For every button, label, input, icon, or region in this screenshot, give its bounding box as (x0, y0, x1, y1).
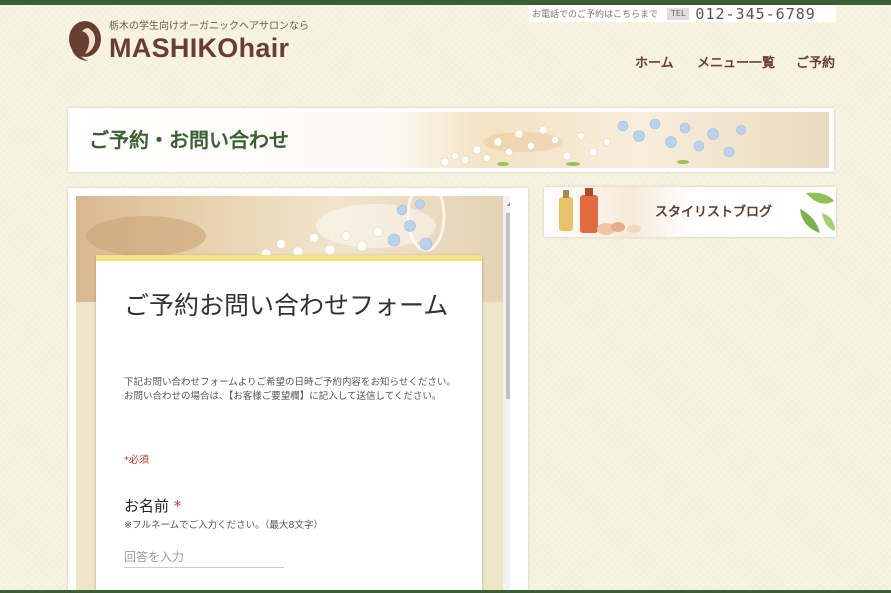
embedded-form-frame[interactable]: ご予約お問い合わせフォーム 下記お問い合わせフォームよりご希望の日時ご予約内容を… (76, 196, 510, 593)
name-question-help: ※フルネームでご入力ください。（最大8文字） (124, 520, 323, 531)
name-question-label: お名前 * (124, 495, 181, 516)
form-description-line: 下記お問い合わせフォームよりご希望の日時ご予約内容をお知らせください。 (124, 377, 456, 388)
main-content-panel: ご予約お問い合わせフォーム 下記お問い合わせフォームよりご希望の日時ご予約内容を… (68, 188, 528, 593)
page-title-banner: ご予約・お問い合わせ (68, 108, 834, 172)
scrollbar-thumb[interactable] (506, 213, 510, 399)
tel-badge: TEL (667, 7, 690, 20)
page-title: ご予約・お問い合わせ (89, 128, 289, 152)
phone-number[interactable]: 012-345-6789 (695, 5, 815, 23)
stylist-blog-label: スタイリストブログ (655, 205, 773, 220)
question-text: お名前 (124, 497, 170, 515)
form-scrollbar[interactable] (503, 196, 510, 593)
form-description: 下記お問い合わせフォームよりご希望の日時ご予約内容をお知らせください。 お問い合… (124, 376, 459, 404)
stylist-blog-banner[interactable]: スタイリストブログ (544, 187, 836, 237)
nav-home[interactable]: ホーム (635, 52, 674, 71)
required-note: *必須 (124, 455, 149, 466)
form-title: ご予約お問い合わせフォーム (124, 291, 449, 320)
hair-silhouette-icon[interactable] (68, 20, 102, 62)
nav-menu-list[interactable]: メニュー一覧 (697, 52, 775, 71)
site-tagline: 栃木の学生向けオーガニックヘアサロンなら (109, 21, 309, 32)
required-star: * (173, 497, 182, 515)
phone-contact-box: お電話でのご予約はこちらまで TEL 012-345-6789 (529, 5, 836, 23)
phone-note: お電話でのご予約はこちらまで (532, 10, 659, 20)
site-logo-text[interactable]: MASHIKOhair (109, 33, 289, 64)
form-description-line: お問い合わせの場合は、【お客様ご要望欄】に記入して送信してください。 (124, 391, 442, 402)
scroll-up-arrow-icon[interactable] (507, 201, 510, 206)
nav-reservation[interactable]: ご予約 (796, 52, 835, 71)
name-answer-input[interactable] (124, 547, 284, 568)
reservation-form-card: ご予約お問い合わせフォーム 下記お問い合わせフォームよりご希望の日時ご予約内容を… (96, 255, 482, 593)
